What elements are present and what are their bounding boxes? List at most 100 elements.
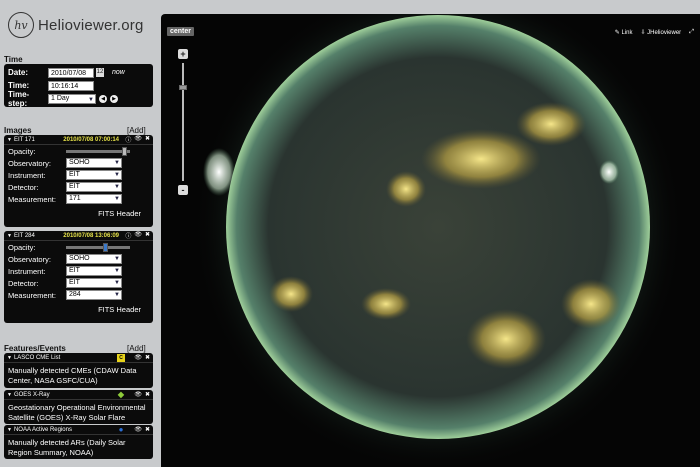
feature-badge-icon: ● — [118, 424, 124, 434]
sun-image[interactable] — [161, 14, 700, 467]
active-region — [516, 102, 586, 146]
sun-disk — [226, 15, 650, 439]
zoom-control: + - — [177, 49, 191, 207]
chevron-down-icon: ▼ — [88, 96, 94, 103]
instrument-label: Instrument: — [8, 266, 46, 276]
feature-panel: ▼ NOAA Active Regions ● 👁 ✖ Manually det… — [4, 425, 153, 459]
center-button[interactable]: center — [167, 27, 195, 36]
active-region — [386, 171, 426, 207]
link-label: Link — [621, 30, 633, 36]
detector-select[interactable]: EIT ▼ — [66, 182, 122, 192]
observatory-label: Observatory: — [8, 158, 51, 168]
detector-label: Detector: — [8, 278, 39, 288]
images-section-title: Images — [4, 126, 32, 135]
visibility-eye-icon[interactable]: 👁 — [134, 135, 142, 144]
active-region — [466, 309, 546, 369]
jhelioviewer-button[interactable]: ⇩ JHelioviewer — [640, 29, 681, 36]
feature-badge-icon: ◆ — [117, 389, 125, 399]
collapse-triangle-icon[interactable]: ▼ — [7, 392, 12, 398]
chevron-down-icon: ▼ — [114, 196, 120, 202]
opacity-label: Opacity: — [8, 146, 36, 156]
now-button[interactable]: now — [112, 69, 125, 76]
chevron-down-icon: ▼ — [114, 292, 120, 298]
remove-feature-icon[interactable]: ✖ — [145, 426, 150, 433]
limb-brightening — [599, 160, 619, 184]
remove-feature-icon[interactable]: ✖ — [145, 391, 150, 398]
image-layer-panel: ▼ EIT 171 2010/07/08 07:00:14 ⓘ 👁 ✖ Opac… — [4, 135, 153, 227]
opacity-slider[interactable] — [66, 146, 130, 156]
zoom-slider-handle[interactable] — [179, 85, 187, 90]
instrument-select[interactable]: EIT ▼ — [66, 170, 122, 180]
remove-layer-icon[interactable]: ✖ — [145, 135, 150, 144]
visibility-eye-icon[interactable]: 👁 — [134, 354, 142, 361]
app-title: Helioviewer.org — [38, 16, 144, 34]
step-forward-icon[interactable]: ▶ — [110, 94, 118, 103]
active-region — [269, 276, 313, 312]
observatory-value: SOHO — [69, 255, 90, 262]
calendar-icon[interactable]: 12 — [96, 68, 104, 77]
feature-badge-icon: C — [117, 353, 125, 362]
add-image-layer-button[interactable]: [Add] — [127, 126, 146, 135]
timestep-value: 1 Day — [51, 94, 70, 102]
detector-label: Detector: — [8, 182, 39, 192]
layer-info-icon[interactable]: ⓘ — [125, 231, 131, 240]
fits-header-link[interactable]: FITS Header — [4, 208, 153, 220]
features-section-title: Features/Events — [4, 344, 66, 353]
zoom-slider[interactable] — [179, 63, 187, 181]
measurement-select[interactable]: 171 ▼ — [66, 194, 122, 204]
measurement-select[interactable]: 284 ▼ — [66, 290, 122, 300]
chevron-down-icon: ▼ — [114, 268, 120, 274]
instrument-select[interactable]: EIT ▼ — [66, 266, 122, 276]
instrument-value: EIT — [69, 171, 80, 178]
collapse-triangle-icon[interactable]: ▼ — [7, 427, 12, 433]
timestep-select[interactable]: 1 Day ▼ — [48, 93, 96, 104]
observatory-select[interactable]: SOHO ▼ — [66, 158, 122, 168]
collapse-triangle-icon[interactable]: ▼ — [7, 137, 12, 143]
layer-timestamp: 2010/07/08 07:00:14 — [63, 136, 119, 143]
opacity-slider-handle[interactable] — [122, 146, 128, 156]
time-panel: Date: 2010/07/08 12 now Time: 10:16:14 T… — [4, 64, 153, 108]
visibility-eye-icon[interactable]: 👁 — [134, 426, 142, 433]
time-section-title: Time — [4, 55, 23, 64]
zoom-in-button[interactable]: + — [178, 49, 188, 59]
measurement-value: 284 — [69, 291, 81, 298]
helioviewer-logo[interactable]: hv Helioviewer.org — [8, 10, 144, 40]
collapse-triangle-icon[interactable]: ▼ — [7, 355, 12, 361]
measurement-value: 171 — [69, 195, 81, 202]
add-feature-button[interactable]: [Add] — [127, 344, 146, 353]
fullscreen-icon[interactable]: ⤢ — [689, 29, 694, 36]
limb-brightening — [203, 148, 235, 196]
detector-value: EIT — [69, 183, 80, 190]
collapse-triangle-icon[interactable]: ▼ — [7, 233, 12, 239]
date-label: Date: — [8, 68, 29, 77]
zoom-out-button[interactable]: - — [178, 185, 188, 195]
remove-feature-icon[interactable]: ✖ — [145, 354, 150, 361]
observatory-select[interactable]: SOHO ▼ — [66, 254, 122, 264]
measurement-label: Measurement: — [8, 194, 56, 204]
solar-viewport[interactable]: center ✎ Link ⇩ JHelioviewer ⤢ + - — [161, 14, 700, 467]
chevron-down-icon: ▼ — [114, 184, 120, 190]
remove-layer-icon[interactable]: ✖ — [145, 231, 150, 240]
chevron-down-icon: ▼ — [114, 172, 120, 178]
fits-header-link[interactable]: FITS Header — [4, 304, 153, 316]
date-input[interactable]: 2010/07/08 — [48, 67, 94, 78]
time-input[interactable]: 10:16:14 — [48, 80, 94, 91]
detector-select[interactable]: EIT ▼ — [66, 278, 122, 288]
visibility-eye-icon[interactable]: 👁 — [134, 391, 142, 398]
opacity-slider-handle[interactable] — [102, 242, 108, 252]
layer-timestamp: 2010/07/08 13:06:09 — [63, 232, 119, 239]
active-region — [361, 288, 411, 320]
step-back-icon[interactable]: ◀ — [99, 94, 107, 103]
active-region — [421, 129, 541, 189]
active-region — [561, 279, 621, 329]
layer-info-icon[interactable]: ⓘ — [125, 135, 131, 144]
opacity-slider[interactable] — [66, 242, 130, 252]
jhelioviewer-label: JHelioviewer — [647, 30, 682, 36]
timestep-label: Time-step: — [8, 89, 30, 108]
feature-description: Manually detected ARs (Daily Solar Regio… — [8, 438, 126, 457]
instrument-label: Instrument: — [8, 170, 46, 180]
visibility-eye-icon[interactable]: 👁 — [134, 231, 142, 240]
measurement-label: Measurement: — [8, 290, 56, 300]
opacity-label: Opacity: — [8, 242, 36, 252]
link-button[interactable]: ✎ Link — [615, 29, 633, 36]
